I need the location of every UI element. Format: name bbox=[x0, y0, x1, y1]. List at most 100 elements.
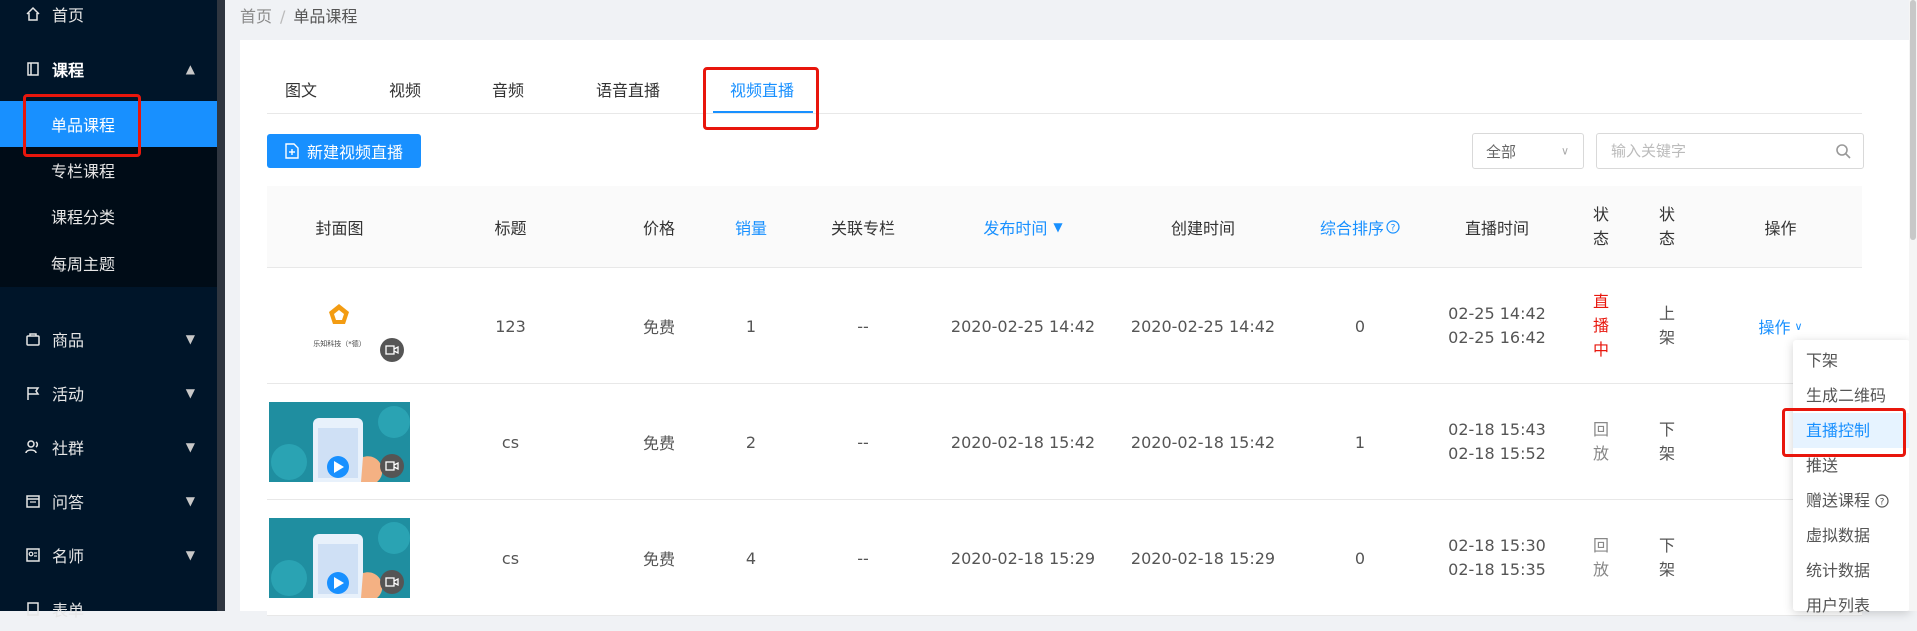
col-publish-time-label: 发布时间 bbox=[983, 219, 1048, 238]
col-shelf-status: 状 态 bbox=[1658, 205, 1675, 248]
col-publish-time-sort[interactable]: 发布时间 ▼ bbox=[933, 186, 1113, 268]
live-start-time: 02-18 15:43 bbox=[1448, 420, 1546, 439]
breadcrumb-home[interactable]: 首页 bbox=[240, 7, 272, 26]
col-overall-sort[interactable]: 综合排序 ? bbox=[1293, 186, 1427, 268]
page-scrollbar-thumb[interactable] bbox=[1910, 0, 1916, 240]
live-end-time: 02-18 15:52 bbox=[1448, 444, 1546, 463]
shelf-char: 下 bbox=[1658, 420, 1675, 439]
sidebar-subitem-single-course[interactable]: 单品课程 bbox=[0, 101, 217, 147]
actions-link[interactable]: 操作 bbox=[1758, 314, 1790, 338]
video-badge-icon bbox=[380, 338, 404, 362]
cell-sort: 1 bbox=[1354, 432, 1366, 452]
cell-create-time: 2020-02-18 15:29 bbox=[1130, 548, 1276, 568]
col-sales-sort[interactable]: 销量 bbox=[709, 186, 793, 268]
status-filter-select[interactable]: 全部 ∨ bbox=[1472, 133, 1584, 169]
shelf-char: 上 bbox=[1658, 304, 1675, 323]
cell-create-time: 2020-02-25 14:42 bbox=[1130, 316, 1276, 336]
actions-dropdown-menu: 下架 生成二维码 直播控制 推送 赠送课程 ? 虚拟数据 统计数据 用户列表 bbox=[1793, 340, 1910, 615]
sidebar-item-label: 课程 bbox=[52, 61, 85, 80]
cell-sales: 2 bbox=[745, 432, 757, 452]
new-video-live-button-label: 新建视频直播 bbox=[306, 143, 403, 162]
tab-video-live[interactable]: 视频直播 bbox=[730, 68, 794, 114]
menu-item-live-control[interactable]: 直播控制 bbox=[1793, 413, 1910, 448]
col-create-time: 创建时间 bbox=[1170, 219, 1235, 238]
live-start-time: 02-25 14:42 bbox=[1448, 304, 1546, 323]
shelf-char: 下 bbox=[1658, 536, 1675, 555]
sidebar-subitem-column-course[interactable]: 专栏课程 bbox=[0, 147, 217, 193]
sidebar-item-label: 商品 bbox=[52, 331, 85, 350]
cell-title[interactable]: cs bbox=[412, 500, 609, 616]
sidebar-item-teacher[interactable]: 名师 ▼ bbox=[0, 533, 217, 577]
calendar-icon bbox=[24, 492, 42, 510]
id-card-icon bbox=[24, 546, 42, 564]
menu-item-push[interactable]: 推送 bbox=[1793, 448, 1910, 483]
cell-sales: 1 bbox=[745, 316, 757, 336]
cover-image[interactable]: 乐知科技（*德） bbox=[269, 286, 410, 366]
shelf-char: 架 bbox=[1658, 444, 1675, 463]
cell-publish-time: 2020-02-18 15:29 bbox=[950, 548, 1096, 568]
col-linked-column: 关联专栏 bbox=[830, 219, 895, 238]
chevron-down-icon: ▼ bbox=[185, 440, 195, 454]
col-title: 标题 bbox=[494, 219, 527, 238]
cell-live-time: 02-18 15:43 02-18 15:52 bbox=[1427, 384, 1567, 500]
search-icon[interactable] bbox=[1835, 143, 1851, 159]
sidebar-subitem-label: 课程分类 bbox=[51, 208, 116, 227]
menu-item-user-list[interactable]: 用户列表 bbox=[1793, 588, 1910, 623]
col-live-time: 直播时间 bbox=[1464, 219, 1529, 238]
status-char: 直 bbox=[1592, 292, 1609, 311]
status-char: 中 bbox=[1592, 340, 1609, 359]
table-row: cs 免费 4 -- 2020-02-18 15:29 2020-02-18 1… bbox=[267, 500, 1862, 616]
menu-item-generate-qrcode[interactable]: 生成二维码 bbox=[1793, 378, 1910, 413]
cover-image[interactable] bbox=[269, 402, 410, 482]
help-icon[interactable]: ? bbox=[1875, 494, 1889, 508]
tab-voice-live[interactable]: 语音直播 bbox=[596, 68, 660, 114]
cell-live-time: 02-18 15:30 02-18 15:35 bbox=[1427, 500, 1567, 616]
cell-title[interactable]: 123 bbox=[412, 268, 609, 384]
search-input[interactable] bbox=[1609, 134, 1829, 168]
new-video-live-button[interactable]: 新建视频直播 bbox=[267, 134, 421, 168]
svg-text:?: ? bbox=[1880, 498, 1885, 508]
tab-audio[interactable]: 音频 bbox=[492, 68, 524, 114]
tab-graphic-text[interactable]: 图文 bbox=[285, 68, 317, 114]
sidebar-item-form[interactable]: 表单 bbox=[0, 587, 217, 631]
col-price: 价格 bbox=[642, 219, 675, 238]
live-end-time: 02-18 15:35 bbox=[1448, 560, 1546, 579]
sidebar-subitem-label: 专栏课程 bbox=[51, 162, 116, 181]
sidebar-item-course[interactable]: 课程 ▲ bbox=[0, 47, 217, 91]
book-icon bbox=[24, 60, 42, 78]
breadcrumb-separator: / bbox=[280, 7, 286, 26]
sidebar-item-label: 活动 bbox=[52, 385, 85, 404]
video-badge-icon bbox=[380, 570, 404, 594]
menu-item-virtual-data[interactable]: 虚拟数据 bbox=[1793, 518, 1910, 553]
chevron-down-icon: ▼ bbox=[185, 548, 195, 562]
breadcrumb-current: 单品课程 bbox=[293, 7, 358, 26]
sidebar-item-label: 名师 bbox=[52, 547, 85, 566]
sidebar-subitem-course-category[interactable]: 课程分类 bbox=[0, 193, 217, 239]
course-type-tabs: 图文 视频 音频 语音直播 视频直播 bbox=[267, 68, 1862, 114]
tab-video[interactable]: 视频 bbox=[389, 68, 421, 114]
chevron-up-icon: ▲ bbox=[185, 62, 195, 76]
sidebar-subitem-weekly-theme[interactable]: 每周主题 bbox=[0, 239, 217, 287]
tab-active-indicator bbox=[713, 111, 813, 113]
col-live-status: 状 态 bbox=[1592, 205, 1609, 248]
help-icon[interactable]: ? bbox=[1386, 220, 1400, 234]
menu-item-gift-course[interactable]: 赠送课程 ? bbox=[1793, 483, 1910, 518]
chevron-down-icon: ▼ bbox=[185, 386, 195, 400]
cover-image[interactable] bbox=[269, 518, 410, 598]
breadcrumb: 首页 / 单品课程 bbox=[240, 3, 357, 27]
sidebar-item-goods[interactable]: 商品 ▼ bbox=[0, 317, 217, 361]
sidebar-item-community[interactable]: 社群 ▼ bbox=[0, 425, 217, 469]
menu-item-statistics[interactable]: 统计数据 bbox=[1793, 553, 1910, 588]
sidebar-item-qa[interactable]: 问答 ▼ bbox=[0, 479, 217, 523]
status-char: 放 bbox=[1592, 560, 1609, 579]
search-box bbox=[1596, 133, 1864, 169]
menu-item-take-down[interactable]: 下架 bbox=[1793, 343, 1910, 378]
sidebar-item-home[interactable]: 首页 bbox=[0, 0, 217, 36]
sidebar-item-activity[interactable]: 活动 ▼ bbox=[0, 371, 217, 415]
cell-title[interactable]: cs bbox=[412, 384, 609, 500]
col-cover: 封面图 bbox=[315, 219, 364, 238]
cell-sort: 0 bbox=[1354, 548, 1366, 568]
cell-live-status: 直 播 中 bbox=[1567, 268, 1635, 384]
table-row: 乐知科技（*德） 123 免费 1 -- 2020-02-25 14:42 20… bbox=[267, 268, 1862, 384]
status-char: 回 bbox=[1592, 536, 1609, 555]
